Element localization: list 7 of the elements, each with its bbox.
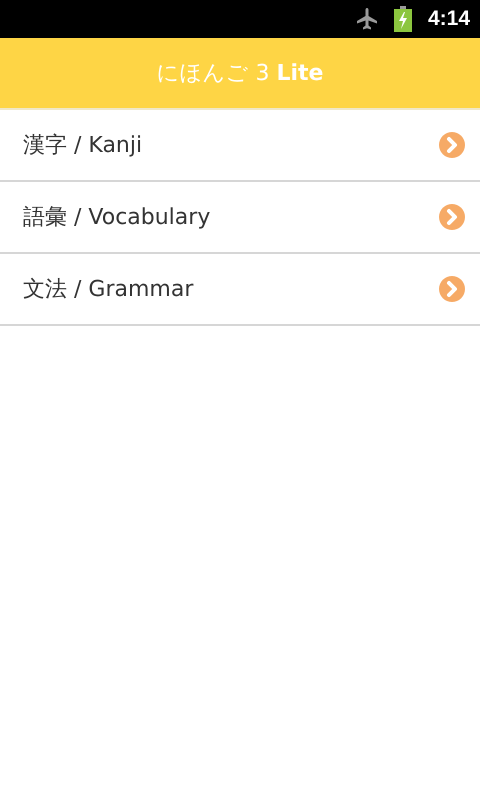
- airplane-icon: [356, 7, 378, 31]
- app-title: にほんご 3 Lite: [156, 60, 324, 88]
- chevron-right-icon: [438, 131, 466, 159]
- clock-time: 4:14: [428, 7, 470, 31]
- chevron-right-icon: [438, 203, 466, 231]
- battery-charging-icon: [394, 6, 412, 32]
- chevron-right-icon: [438, 275, 466, 303]
